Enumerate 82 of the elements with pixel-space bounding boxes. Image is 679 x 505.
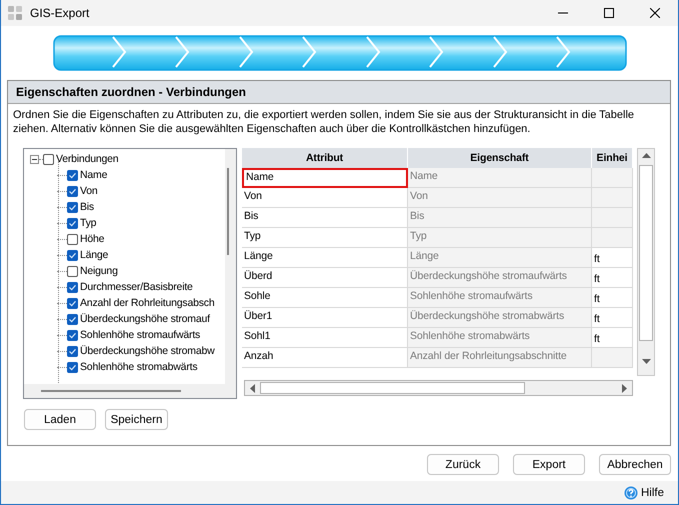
table-cell: Bis [408,208,592,228]
table-cell[interactable]: ft [592,268,633,288]
scrollbar-thumb[interactable] [41,390,181,392]
scroll-left-icon[interactable] [250,384,255,392]
table-cell[interactable]: ft [592,248,633,268]
checkbox[interactable] [67,298,78,308]
tree-item[interactable]: Überdeckungshöhe stromauf [78,313,210,325]
scrollbar-thumb[interactable] [260,382,525,394]
tree-item[interactable]: Überdeckungshöhe stromabw [78,345,214,357]
tree-item[interactable]: Von [78,185,98,197]
export-button[interactable]: Export [513,454,585,475]
checkbox[interactable] [67,314,78,324]
table-cell [592,348,633,368]
checkbox[interactable] [67,362,78,372]
collapse-icon[interactable] [30,154,39,164]
scroll-right-icon[interactable] [622,384,627,392]
tree-item[interactable]: Sohlenhöhe stromaufwärts [78,329,200,341]
column-header[interactable]: Eigenschaft [408,148,592,168]
tree-item[interactable]: Durchmesser/Basisbreite [78,281,193,293]
table-cell: Überdeckungshöhe stromabwärts [408,308,592,328]
checkbox[interactable] [67,202,78,212]
checkbox[interactable] [67,346,78,356]
table-cell: Von [408,188,592,208]
back-button[interactable]: Zurück [427,454,499,475]
tree-item[interactable]: Sohlenhöhe stromabwärts [78,361,198,373]
table-cell[interactable]: Von [242,188,408,208]
checkbox[interactable] [67,282,78,292]
app-icon [8,6,22,20]
table-cell[interactable]: ft [592,308,633,328]
maximize-icon [604,8,614,18]
tree-item[interactable]: Höhe [78,233,104,245]
section-description: Ordnen Sie die Eigenschaften zu Attributen zu, die exportiert werden sollen, indem Sie sie aus der Strukturansicht in die Tabelle ziehen. Alternativ können Sie die ausgewählten Eigenschaften auch über die Kontrollkästchen hinzufügen. [12,108,636,137]
tree-item[interactable]: Name [78,169,108,181]
checkbox[interactable] [67,330,78,340]
checkbox[interactable] [43,154,54,164]
table-cell[interactable]: Bis [242,208,408,228]
table-cell[interactable]: Sohl1 [242,328,408,348]
scrollbar-thumb[interactable] [227,168,229,255]
checkbox[interactable] [67,234,78,244]
scroll-up-icon[interactable] [642,153,650,158]
window-title: GIS-Export [30,6,90,20]
checkbox[interactable] [67,218,78,228]
table-cell[interactable]: Überd [242,268,408,288]
scrollbar-thumb[interactable] [639,165,653,341]
load-button[interactable]: Laden [24,409,96,430]
scroll-down-icon[interactable] [642,359,650,364]
table-cell [592,208,633,228]
section-title: Eigenschaften zuordnen - Verbindungen [8,81,670,104]
help-icon[interactable] [624,486,638,500]
column-header[interactable]: Einhei [592,148,633,168]
checkbox[interactable] [67,186,78,196]
table-cell[interactable]: Sohle [242,288,408,308]
table-cell: Typ [408,228,592,248]
checkbox[interactable] [67,266,78,276]
table-cell[interactable]: Anzah [242,348,408,368]
table-cell[interactable]: ft [592,288,633,308]
tree-item[interactable]: Bis [78,201,94,213]
save-button[interactable]: Speichern [105,409,168,430]
tree-item[interactable]: Länge [78,249,108,261]
tree-item[interactable]: Verbindungen [54,153,118,165]
tree-item[interactable]: Anzahl der Rohrleitungsabsch [78,297,214,309]
cancel-button[interactable]: Abbrechen [599,454,671,475]
checkbox[interactable] [67,170,78,180]
checkbox[interactable] [67,250,78,260]
table-cell[interactable]: Länge [242,248,408,268]
table-cell [592,228,633,248]
table-cell: Anzahl der Rohrleitungsabschnitte [408,348,592,368]
table-cell[interactable]: Über1 [242,308,408,328]
table-cell: Name [408,168,592,188]
tree-item[interactable]: Neigung [78,265,118,277]
close-icon [650,8,660,18]
column-header[interactable]: Attribut [242,148,408,168]
table-cell [592,168,633,188]
table-cell: Länge [408,248,592,268]
help-link[interactable]: Hilfe [640,486,664,498]
table-cell[interactable]: Name [242,168,408,188]
table-cell [592,188,633,208]
table-cell[interactable]: Typ [242,228,408,248]
table-cell: Sohlenhöhe stromaufwärts [408,288,592,308]
table-cell: Sohlenhöhe stromabwärts [408,328,592,348]
table-cell: Überdeckungshöhe stromaufwärts [408,268,592,288]
tree-item[interactable]: Typ [78,217,96,229]
